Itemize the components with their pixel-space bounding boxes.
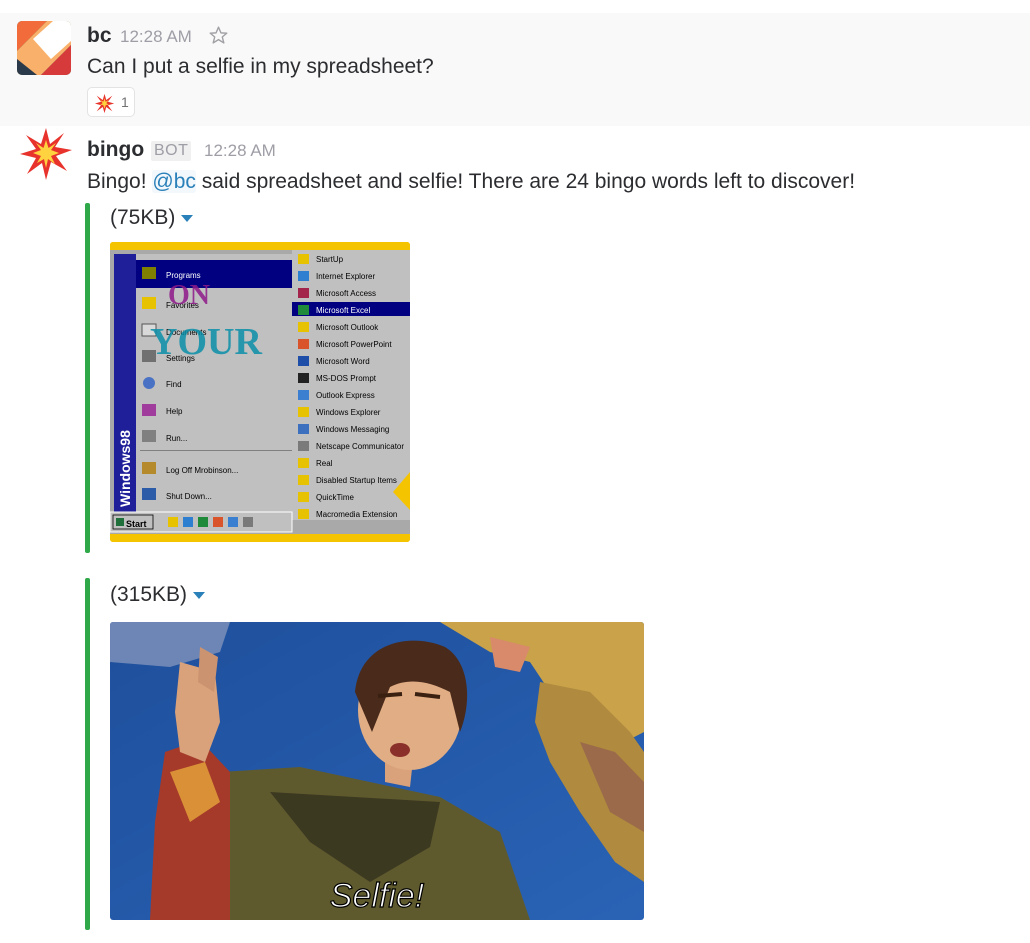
start-item-run: Run... — [166, 434, 187, 443]
timestamp[interactable]: 12:28 AM — [204, 141, 276, 161]
file-size-label: (75KB) — [110, 206, 176, 229]
start-item-programs: Programs — [166, 271, 201, 280]
start-menu-image: Windows98 Programs Favorites Documents S… — [110, 242, 410, 542]
program-item: Microsoft PowerPoint — [316, 340, 392, 349]
attachment-file-size[interactable]: (315KB) — [110, 583, 206, 607]
star-icon[interactable] — [208, 25, 229, 46]
avatar-bc[interactable] — [17, 21, 71, 75]
author-name-bc[interactable]: bc — [87, 24, 112, 48]
caret-down-icon[interactable] — [193, 591, 206, 599]
program-item: Microsoft Access — [316, 289, 376, 298]
windows98-label: Windows98 — [117, 430, 133, 507]
avatar-bingo[interactable] — [20, 128, 72, 180]
program-item: Real — [316, 459, 333, 468]
attachment-border — [85, 203, 90, 553]
reaction-count: 1 — [121, 94, 129, 110]
caret-down-icon[interactable] — [181, 214, 194, 222]
start-button-label: Start — [126, 519, 147, 529]
message-text-part: Bingo! — [87, 170, 153, 193]
author-name-bingo[interactable]: bingo — [87, 138, 144, 162]
reaction-button[interactable]: 1 — [87, 87, 135, 117]
collision-emoji-icon — [94, 93, 115, 114]
overlay-word-on: ON — [168, 280, 210, 311]
bot-badge: BOT — [151, 141, 192, 161]
attachment-border — [85, 578, 90, 930]
overlay-word-your: YOUR — [150, 321, 262, 363]
start-item-shutdown: Shut Down... — [166, 492, 212, 501]
start-item-find: Find — [166, 380, 182, 389]
program-item: Microsoft Outlook — [316, 323, 379, 332]
program-item: Disabled Startup Items — [316, 476, 397, 485]
attachment-image-start-menu[interactable]: Windows98 Programs Favorites Documents S… — [110, 242, 410, 542]
program-item: StartUp — [316, 255, 344, 264]
message-text-part: said spreadsheet and selfie! There are 2… — [195, 170, 856, 193]
timestamp[interactable]: 12:28 AM — [120, 27, 192, 47]
selfie-caption: Selfie! — [330, 877, 425, 915]
program-item: Windows Explorer — [316, 408, 381, 417]
program-item-excel: Microsoft Excel — [316, 306, 370, 315]
file-size-label: (315KB) — [110, 583, 188, 606]
program-item: Macromedia Extension — [316, 510, 397, 519]
message-text: Bingo! @bc said spreadsheet and selfie! … — [87, 170, 855, 194]
program-item: Windows Messaging — [316, 425, 389, 434]
avatar-image — [17, 21, 71, 75]
start-item-logoff: Log Off Mrobinson... — [166, 466, 238, 475]
program-item: MS-DOS Prompt — [316, 374, 377, 383]
program-item: Internet Explorer — [316, 272, 375, 281]
user-mention[interactable]: @bc — [152, 170, 196, 193]
attachment-image-selfie[interactable]: Selfie! — [110, 622, 644, 920]
selfie-gif-image: Selfie! — [110, 622, 644, 920]
message-text: Can I put a selfie in my spreadsheet? — [87, 55, 434, 78]
program-item: QuickTime — [316, 493, 354, 502]
program-item: Outlook Express — [316, 391, 375, 400]
program-item: Microsoft Word — [316, 357, 370, 366]
attachment-file-size[interactable]: (75KB) — [110, 206, 194, 230]
program-item: Netscape Communicator — [316, 442, 404, 451]
start-item-help: Help — [166, 407, 183, 416]
